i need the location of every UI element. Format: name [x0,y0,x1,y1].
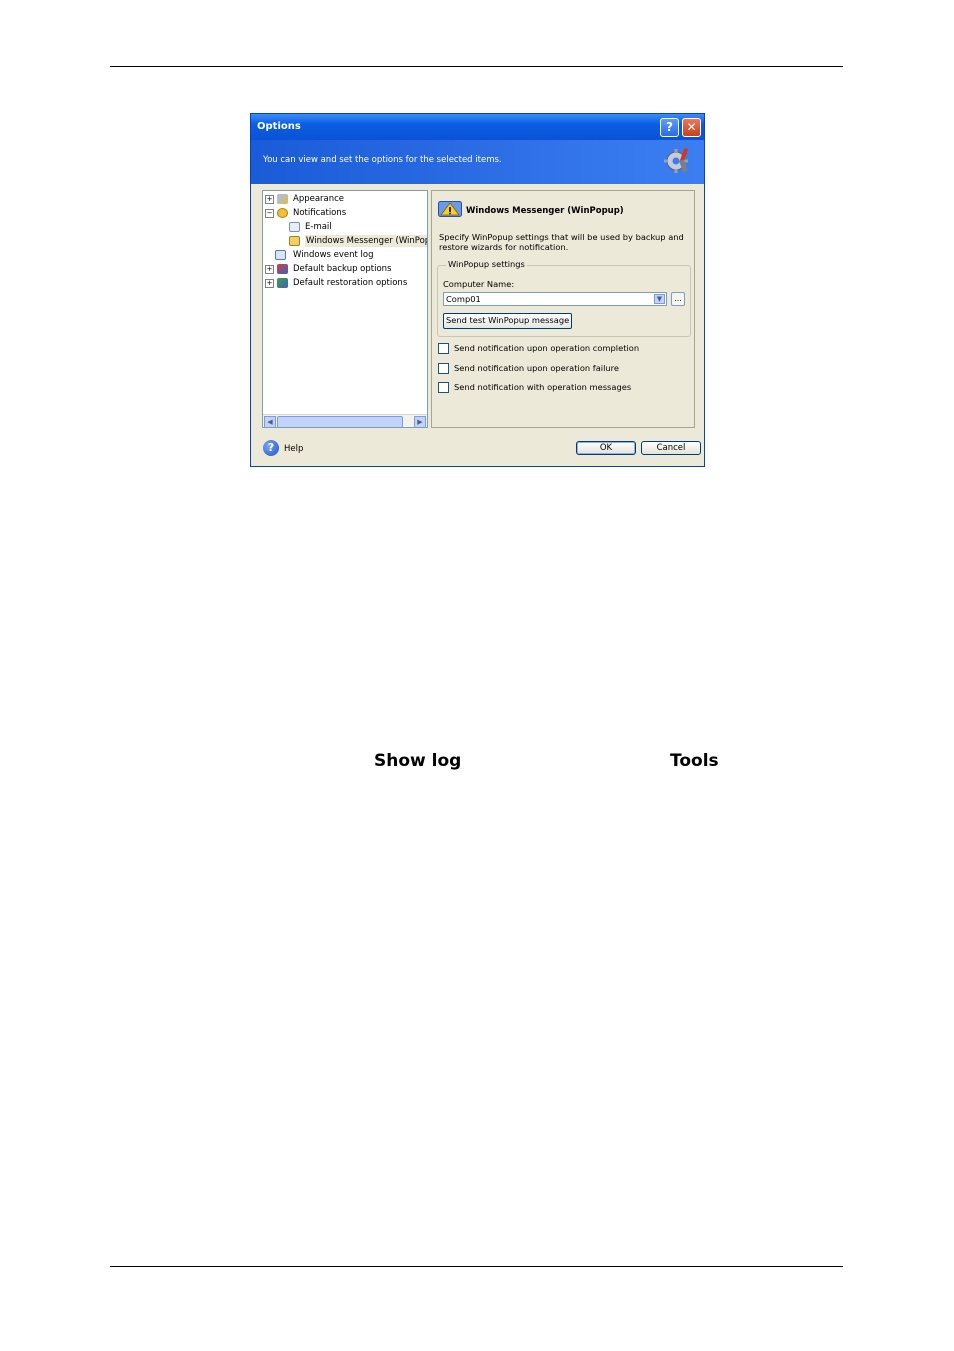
messenger-icon [289,236,300,246]
expand-icon[interactable]: + [265,279,274,288]
cancel-button[interactable]: Cancel [641,441,701,455]
tree-item-label: Appearance [293,194,345,204]
appearance-icon [277,194,288,204]
ok-button[interactable]: OK [576,441,636,455]
tools-term: Tools [670,751,719,771]
title-close-button[interactable]: ✕ [682,118,701,137]
dialog-banner: You can view and set the options for the… [251,140,704,184]
tree-item-label: Default backup options [293,264,392,274]
event-log-icon [275,250,286,260]
restore-icon [277,278,288,288]
title-help-button[interactable]: ? [660,118,679,137]
scroll-left-icon[interactable]: ◀ [264,416,276,427]
banner-text: You can view and set the options for the… [263,155,502,165]
send-test-message-button[interactable]: Send test WinPopup message [443,313,573,329]
collapse-icon[interactable]: − [265,209,274,218]
scroll-thumb[interactable] [277,416,403,427]
tree-item-label: Windows event log [293,250,374,260]
completion-checkbox[interactable] [438,343,449,354]
tree-horizontal-scrollbar[interactable]: ◀ ▶ [263,414,427,427]
header-rule [110,66,843,67]
messenger-warning-icon [438,201,462,217]
computer-name-value[interactable]: Comp01 [446,294,481,304]
tree-item-label: Default restoration options [293,278,408,288]
options-dialog: Options ? ✕ You can view and set the opt… [250,113,705,467]
footer-rule [110,1266,843,1267]
failure-checkbox[interactable] [438,363,449,374]
gear-icon [664,147,689,173]
chevron-down-icon[interactable]: ▼ [654,294,665,304]
computer-name-combo[interactable]: Comp01 ▼ [443,292,667,306]
browse-button[interactable]: ... [671,292,685,306]
messages-checkbox[interactable] [438,382,449,393]
group-label: WinPopup settings [446,259,527,269]
settings-pane: Windows Messenger (WinPopup) Specify Win… [431,190,695,428]
notifications-icon [277,208,288,218]
checkbox-label: Send notification with operation message… [454,382,632,392]
pane-title: Windows Messenger (WinPopup) [466,206,624,216]
title-bar[interactable]: Options ? ✕ [251,114,704,140]
dialog-title: Options [257,121,301,132]
computer-name-label: Computer Name: [443,279,515,289]
tree-item-label: Windows Messenger (WinPopup) [305,235,427,247]
show-log-term: Show log [374,751,462,771]
winpopup-settings-group: WinPopup settings Computer Name: Comp01 … [437,259,691,337]
options-tree[interactable]: + Appearance − Notifications E-mail Wind… [262,190,428,428]
tree-item-label: Notifications [293,208,347,218]
pane-description: Specify WinPopup settings that will be u… [439,232,684,252]
checkbox-label: Send notification upon operation failure [454,363,620,373]
tree-item-label: E-mail [305,222,332,232]
checkbox-label: Send notification upon operation complet… [454,343,640,353]
expand-icon[interactable]: + [265,265,274,274]
help-link[interactable]: Help [284,444,303,454]
scroll-right-icon[interactable]: ▶ [414,416,426,427]
email-icon [289,222,300,232]
expand-icon[interactable]: + [265,195,274,204]
backup-icon [277,264,288,274]
help-icon[interactable]: ? [263,440,279,456]
